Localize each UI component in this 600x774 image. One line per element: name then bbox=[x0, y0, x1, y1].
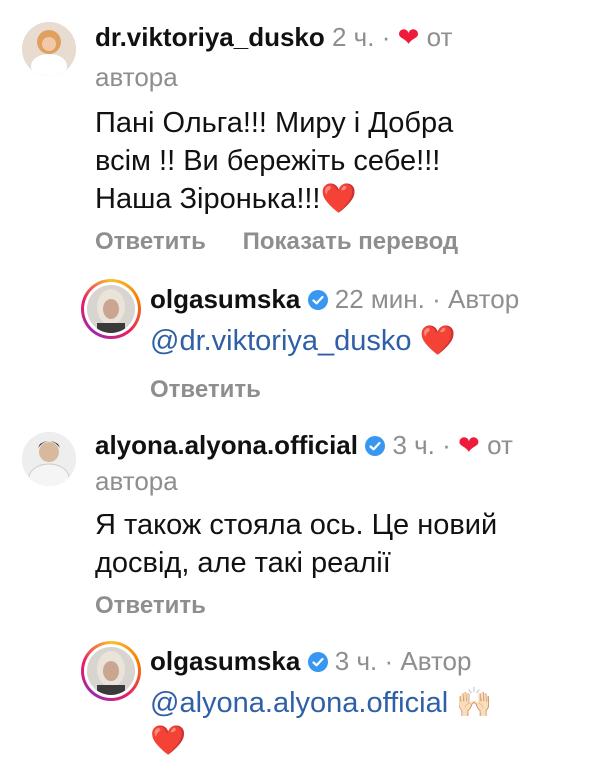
reply-button[interactable]: Ответить bbox=[95, 228, 206, 255]
avatar-image bbox=[22, 432, 76, 486]
comment-actions: Ответить bbox=[150, 376, 261, 404]
author-label: Автор bbox=[400, 646, 472, 676]
heart-icon: ❤ bbox=[458, 430, 480, 460]
comment-actions: Ответить Показать перевод bbox=[95, 228, 458, 256]
verified-badge-icon bbox=[365, 436, 386, 456]
avatar-viktoriya[interactable] bbox=[22, 22, 76, 76]
liked-by-author-label-cont: автора bbox=[95, 466, 178, 496]
avatar-olgasumska bbox=[87, 285, 135, 333]
avatar-image bbox=[22, 22, 76, 76]
comment-header: dr.viktoriya_dusko 2 ч. · ❤ от bbox=[95, 18, 452, 56]
comment-header: olgasumska 22 мин. · Автор bbox=[150, 280, 519, 318]
timestamp: 22 мин. bbox=[334, 284, 425, 314]
reply-olgasumska-1: olgasumska 22 мин. · Автор @dr.viktoriya… bbox=[0, 270, 600, 410]
timestamp: 3 ч. bbox=[334, 646, 378, 676]
timestamp: 3 ч. bbox=[392, 430, 435, 460]
comment-text: Я також стояла ось. Це новий досвід, але… bbox=[95, 506, 497, 582]
comment-line: Наша Зіронька!!!❤️ bbox=[95, 180, 453, 218]
separator: · bbox=[384, 646, 394, 676]
comment-line: Я також стояла ось. Це новий bbox=[95, 509, 498, 541]
comment-line: досвід, але такі реалії bbox=[95, 547, 391, 579]
comment-header: olgasumska 3 ч. · Автор bbox=[150, 642, 471, 680]
heart-emoji: ❤️ bbox=[320, 183, 357, 215]
liked-by-author-label: от bbox=[487, 430, 513, 460]
separator: · bbox=[432, 284, 441, 314]
comment-actions: Ответить bbox=[95, 592, 206, 620]
username[interactable]: olgasumska bbox=[150, 646, 300, 676]
comment-text: Пані Ольга!!! Миру і Добра всім !! Ви бе… bbox=[95, 104, 453, 218]
avatar-alyona[interactable] bbox=[22, 432, 76, 486]
separator: · bbox=[381, 22, 391, 52]
author-label: Автор bbox=[448, 284, 520, 314]
comment-alyona: alyona.alyona.official 3 ч. · ❤ от автор… bbox=[0, 420, 600, 620]
username[interactable]: alyona.alyona.official bbox=[95, 430, 358, 460]
story-ring[interactable] bbox=[81, 641, 141, 701]
comment-line-text: Наша Зіронька!!! bbox=[95, 183, 321, 215]
comment-line: Пані Ольга!!! Миру і Добра bbox=[95, 107, 454, 139]
comment-header: alyona.alyona.official 3 ч. · ❤ от bbox=[95, 426, 513, 464]
reply-button[interactable]: Ответить bbox=[95, 592, 206, 619]
liked-by-author-label-cont: автора bbox=[95, 62, 178, 92]
comment-viktoriya: dr.viktoriya_dusko 2 ч. · ❤ от автора Па… bbox=[0, 0, 600, 260]
username[interactable]: olgasumska bbox=[150, 284, 300, 314]
reply-button[interactable]: Ответить bbox=[150, 376, 261, 403]
story-ring[interactable] bbox=[81, 279, 141, 339]
heart-emoji: ❤️ bbox=[150, 725, 187, 757]
separator: · bbox=[442, 430, 451, 460]
reply-olgasumska-2: olgasumska 3 ч. · Автор @alyona.alyona.o… bbox=[0, 632, 600, 774]
comment-text: @dr.viktoriya_dusko ❤️ bbox=[150, 322, 456, 360]
verified-badge-icon bbox=[307, 290, 328, 310]
mention-link[interactable]: @dr.viktoriya_dusko bbox=[150, 325, 412, 357]
raised-hands-emoji: 🙌🏻 bbox=[456, 687, 493, 719]
comment-line: всім !! Ви бережіть себе!!! bbox=[95, 145, 441, 177]
verified-badge-icon bbox=[307, 652, 328, 672]
avatar-image bbox=[87, 647, 135, 695]
comment-line: @alyona.alyona.official 🙌🏻 bbox=[150, 684, 492, 722]
mention-link[interactable]: @alyona.alyona.official bbox=[150, 687, 448, 719]
username[interactable]: dr.viktoriya_dusko bbox=[95, 22, 325, 52]
comment-text: @alyona.alyona.official 🙌🏻 ❤️ bbox=[150, 684, 492, 760]
avatar-olgasumska bbox=[87, 647, 135, 695]
heart-emoji: ❤️ bbox=[419, 325, 456, 357]
show-translation-button[interactable]: Показать перевод bbox=[243, 228, 459, 255]
timestamp: 2 ч. bbox=[332, 22, 375, 52]
avatar-image bbox=[87, 285, 135, 333]
heart-icon: ❤ bbox=[397, 22, 420, 52]
liked-by-author-label: от bbox=[426, 22, 453, 52]
